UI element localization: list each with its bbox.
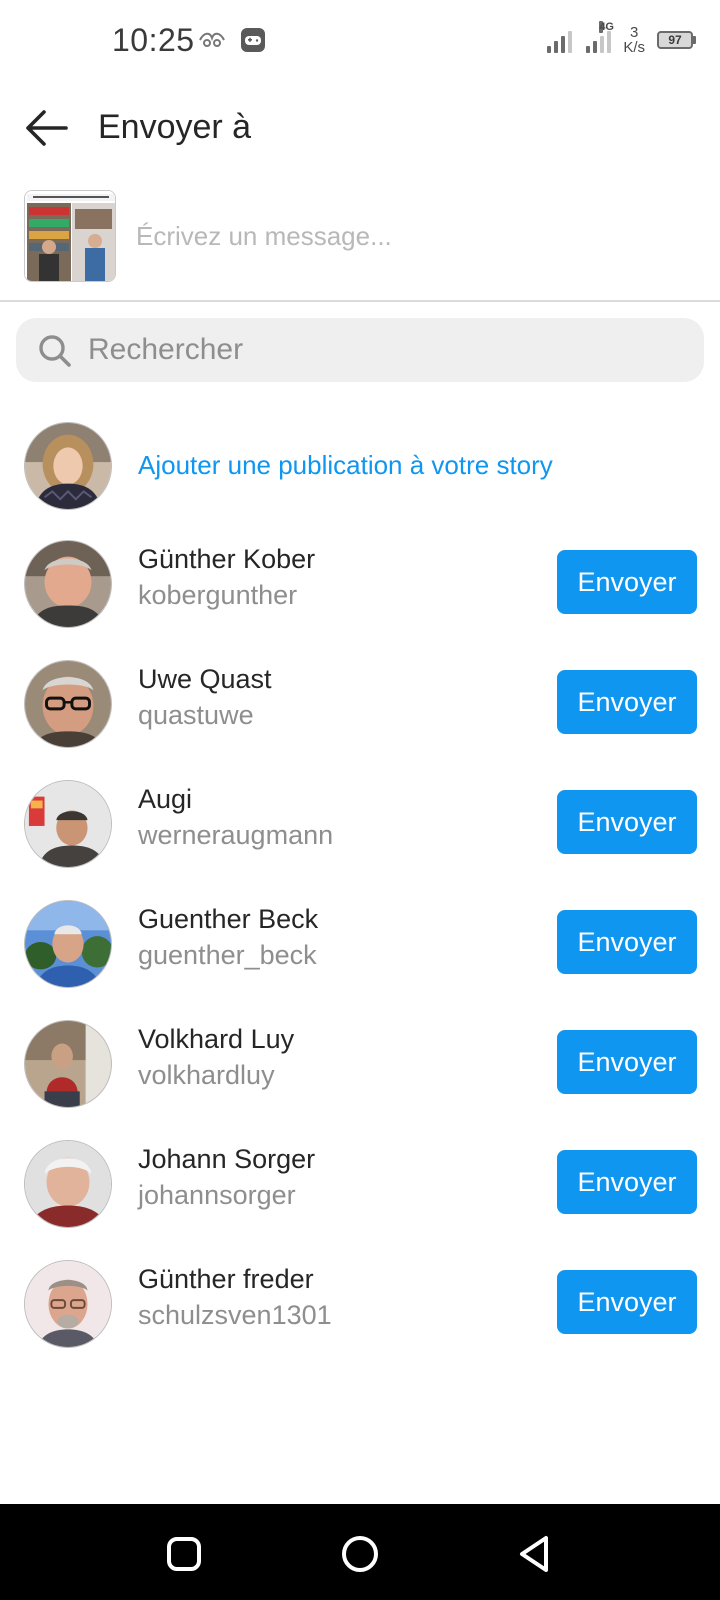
contact-name: Johann Sorger <box>138 1144 316 1174</box>
own-avatar <box>24 422 112 510</box>
contact-username: werneraugmann <box>138 820 334 850</box>
page-title: Envoyer à <box>98 108 252 146</box>
home-icon[interactable] <box>336 1530 384 1578</box>
contact-username: volkhardluy <box>138 1060 275 1090</box>
avatar <box>24 1020 112 1108</box>
notification-app-icon <box>199 32 225 47</box>
battery-icon: 97 <box>657 31 696 49</box>
divider <box>0 300 720 302</box>
post-thumbnail <box>24 190 116 282</box>
signal-icon <box>547 27 573 53</box>
avatar <box>24 900 112 988</box>
game-controller-icon <box>241 28 265 52</box>
contact-name: Guenther Beck <box>138 904 319 934</box>
speed-value: 3 <box>629 24 639 41</box>
message-input[interactable] <box>136 214 696 258</box>
status-time: 10:25 <box>112 22 195 58</box>
contact-username: kobergunther <box>138 580 298 610</box>
contact-row[interactable]: Volkhard Luy volkhardluy Envoyer <box>0 1012 720 1112</box>
send-button[interactable]: Envoyer <box>557 1270 697 1334</box>
contact-row[interactable]: Uwe Quast quastuwe Envoyer <box>0 652 720 752</box>
speed-unit: K/s <box>623 39 645 56</box>
send-button[interactable]: Envoyer <box>557 790 697 854</box>
contact-row[interactable]: Johann Sorger johannsorger Envoyer <box>0 1132 720 1232</box>
search-box[interactable] <box>16 318 704 382</box>
contact-row[interactable]: Günther freder schulzsven1301 Envoyer <box>0 1252 720 1352</box>
contact-username: quastuwe <box>138 700 254 730</box>
message-composer <box>0 188 720 288</box>
send-button[interactable]: Envoyer <box>557 550 697 614</box>
status-right-group: 4G 3 K/s 97 <box>547 20 696 60</box>
add-to-story-label: Ajouter une publication à votre story <box>138 450 553 480</box>
contact-username: schulzsven1301 <box>138 1300 332 1330</box>
contact-row[interactable]: Guenther Beck guenther_beck Envoyer <box>0 892 720 992</box>
contact-name: Augi <box>138 784 193 814</box>
avatar <box>24 540 112 628</box>
search-icon <box>39 335 71 367</box>
contact-name: Günther Kober <box>138 544 316 574</box>
system-nav-bar <box>0 1504 720 1600</box>
search-input[interactable] <box>88 326 678 374</box>
avatar <box>24 660 112 748</box>
recent-apps-icon[interactable] <box>160 1530 208 1578</box>
network-type: 4G <box>599 21 614 33</box>
signal-4g-icon: 4G <box>586 21 614 53</box>
back-icon[interactable] <box>512 1530 560 1578</box>
contact-name: Volkhard Luy <box>138 1024 295 1054</box>
avatar <box>24 1140 112 1228</box>
header: Envoyer à <box>0 88 720 168</box>
send-button[interactable]: Envoyer <box>557 670 697 734</box>
status-bar: 10:25 4G 3 K/s 97 <box>0 0 720 80</box>
battery-level: 97 <box>668 33 682 47</box>
network-speed: 3 K/s <box>623 25 645 55</box>
contact-row[interactable]: Augi werneraugmann Envoyer <box>0 772 720 872</box>
contact-username: guenther_beck <box>138 940 317 970</box>
add-to-story-row[interactable]: Ajouter une publication à votre story <box>0 416 720 516</box>
send-button[interactable]: Envoyer <box>557 1030 697 1094</box>
back-arrow-icon[interactable] <box>22 106 70 150</box>
contact-username: johannsorger <box>138 1180 296 1210</box>
contact-row[interactable]: Günther Kober kobergunther Envoyer <box>0 532 720 632</box>
send-button[interactable]: Envoyer <box>557 910 697 974</box>
contact-name: Günther freder <box>138 1264 314 1294</box>
avatar <box>24 1260 112 1348</box>
send-button[interactable]: Envoyer <box>557 1150 697 1214</box>
contact-name: Uwe Quast <box>138 664 272 694</box>
avatar <box>24 780 112 868</box>
